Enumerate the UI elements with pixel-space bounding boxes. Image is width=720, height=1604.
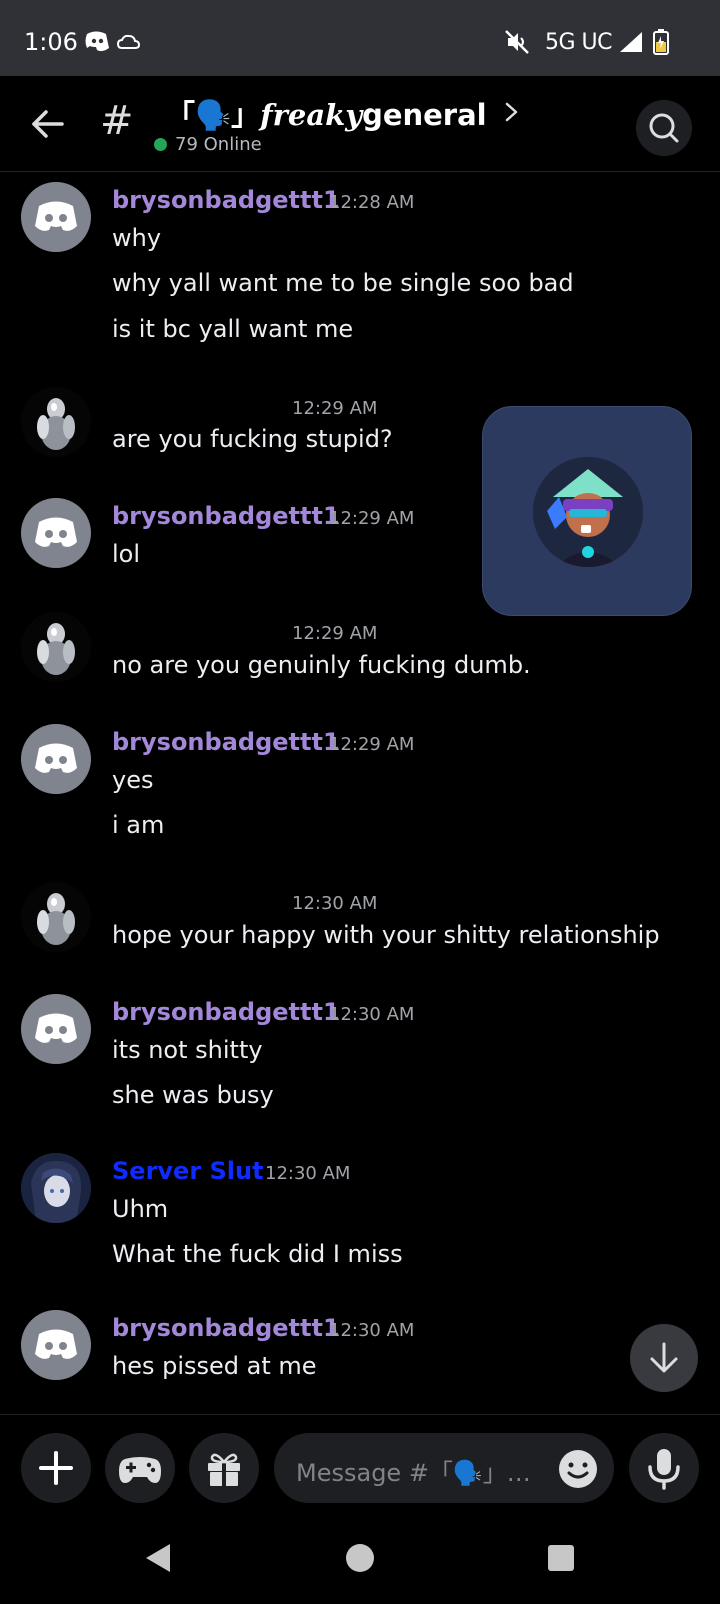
discord-logo-icon	[35, 743, 77, 773]
message-timestamp: 12:30 AM	[329, 1004, 415, 1025]
cartoon-avatar-image	[533, 457, 643, 567]
message-input-placeholder: Message #「🗣️」…	[296, 1459, 531, 1487]
status-left-icons	[84, 28, 144, 60]
message-author[interactable]: Server Slut	[112, 1157, 264, 1185]
message-text: lol	[112, 540, 141, 568]
message-text: i am	[112, 811, 165, 839]
emoji-icon	[559, 1450, 597, 1488]
arrow-down-icon	[650, 1342, 678, 1373]
add-attachment-button[interactable]	[21, 1433, 91, 1503]
online-indicator: 79 Online	[154, 134, 262, 155]
message-composer: Message #「🗣️」…	[0, 1414, 720, 1524]
message-timestamp: 12:30 AM	[292, 893, 378, 914]
avatar[interactable]	[21, 498, 91, 568]
channel-title-prefix: 「🗣️」	[166, 98, 261, 132]
network-type: 5G UC	[544, 29, 613, 55]
online-count: 79 Online	[175, 134, 262, 155]
avatar[interactable]	[21, 882, 91, 952]
message-timestamp: 12:29 AM	[329, 508, 415, 529]
signal-icon	[620, 32, 642, 52]
online-dot	[154, 138, 167, 151]
channel-title-fancy: freaky	[260, 98, 363, 132]
message-timestamp: 12:29 AM	[292, 623, 378, 644]
system-navigation-bar	[0, 1524, 720, 1600]
search-button[interactable]	[636, 100, 692, 156]
gamepad-icon	[119, 1457, 161, 1483]
message-text: she was busy	[112, 1081, 274, 1109]
gift-button[interactable]	[189, 1433, 259, 1503]
arrow-left-icon	[32, 110, 64, 138]
discord-logo-icon	[35, 1013, 77, 1043]
message-text: yes	[112, 766, 154, 794]
message-timestamp: 12:30 AM	[329, 1320, 415, 1341]
discord-logo-icon	[35, 201, 77, 231]
avatar[interactable]	[21, 1310, 91, 1380]
message-text: What the fuck did I miss	[112, 1240, 403, 1268]
plus-icon	[39, 1451, 73, 1485]
message-author[interactable]: brysonbadgettt1	[112, 728, 340, 756]
voice-call-pip[interactable]	[482, 406, 692, 616]
nav-recents-icon[interactable]	[548, 1545, 574, 1571]
message-text: no are you genuinly fucking dumb.	[112, 651, 531, 679]
channel-title-main: general	[362, 98, 487, 132]
message-author[interactable]: brysonbadgettt1	[112, 186, 340, 214]
channel-hash-icon: #	[100, 98, 134, 144]
discord-logo-icon	[35, 1329, 77, 1359]
message-text: Uhm	[112, 1195, 169, 1223]
message-input[interactable]: Message #「🗣️」…	[274, 1433, 614, 1503]
voice-message-button[interactable]	[629, 1433, 699, 1503]
avatar[interactable]	[21, 724, 91, 794]
message-author[interactable]: brysonbadgettt1	[112, 998, 340, 1026]
jump-to-latest-button[interactable]	[630, 1324, 698, 1392]
battery-icon	[653, 29, 669, 55]
search-icon	[649, 113, 679, 143]
avatar[interactable]	[21, 182, 91, 252]
avatar[interactable]	[21, 1153, 91, 1223]
status-time: 1:06	[24, 28, 78, 56]
back-button[interactable]	[28, 104, 68, 144]
cloud-icon	[116, 34, 141, 49]
channel-title[interactable]: 「🗣️」freakygeneral	[166, 92, 521, 134]
message-timestamp: 12:29 AM	[292, 398, 378, 419]
message-timestamp: 12:28 AM	[329, 192, 415, 213]
emoji-button[interactable]	[558, 1449, 598, 1489]
channel-header: # 「🗣️」freakygeneral 79 Online	[0, 76, 720, 172]
message-text: why	[112, 224, 162, 252]
activities-button[interactable]	[105, 1433, 175, 1503]
message-text: why yall want me to be single soo bad	[112, 269, 574, 297]
message-text: hes pissed at me	[112, 1352, 317, 1380]
discord-logo-icon	[35, 517, 77, 547]
mute-icon	[505, 30, 529, 54]
nav-back-icon[interactable]	[146, 1544, 170, 1572]
chevron-right-icon	[505, 102, 517, 122]
message-author[interactable]: brysonbadgettt1	[112, 1314, 340, 1342]
nav-home-icon[interactable]	[346, 1544, 374, 1572]
message-text: is it bc yall want me	[112, 315, 354, 343]
discord-icon	[85, 31, 109, 52]
message-timestamp: 12:29 AM	[329, 734, 415, 755]
chrome-robot-avatar-image	[21, 612, 91, 682]
avatar[interactable]	[21, 994, 91, 1064]
message-text: its not shitty	[112, 1036, 263, 1064]
message-list[interactable]: brysonbadgettt1 12:28 AM why why yall wa…	[0, 172, 720, 1414]
gift-icon	[208, 1453, 240, 1486]
microphone-icon	[648, 1449, 680, 1490]
avatar[interactable]	[21, 387, 91, 457]
avatar[interactable]	[21, 612, 91, 682]
pip-avatar	[533, 457, 643, 567]
message-timestamp: 12:30 AM	[265, 1163, 351, 1184]
message-text: hope your happy with your shitty relatio…	[112, 921, 660, 949]
message-author[interactable]: brysonbadgettt1	[112, 502, 340, 530]
status-bar: 1:06 5G UC	[0, 0, 720, 76]
message-text: are you fucking stupid?	[112, 425, 393, 453]
status-right-icons: 5G UC	[503, 28, 670, 56]
chrome-robot-avatar-image	[21, 387, 91, 457]
chrome-robot-avatar-image	[21, 882, 91, 952]
anime-avatar-image	[21, 1153, 91, 1223]
